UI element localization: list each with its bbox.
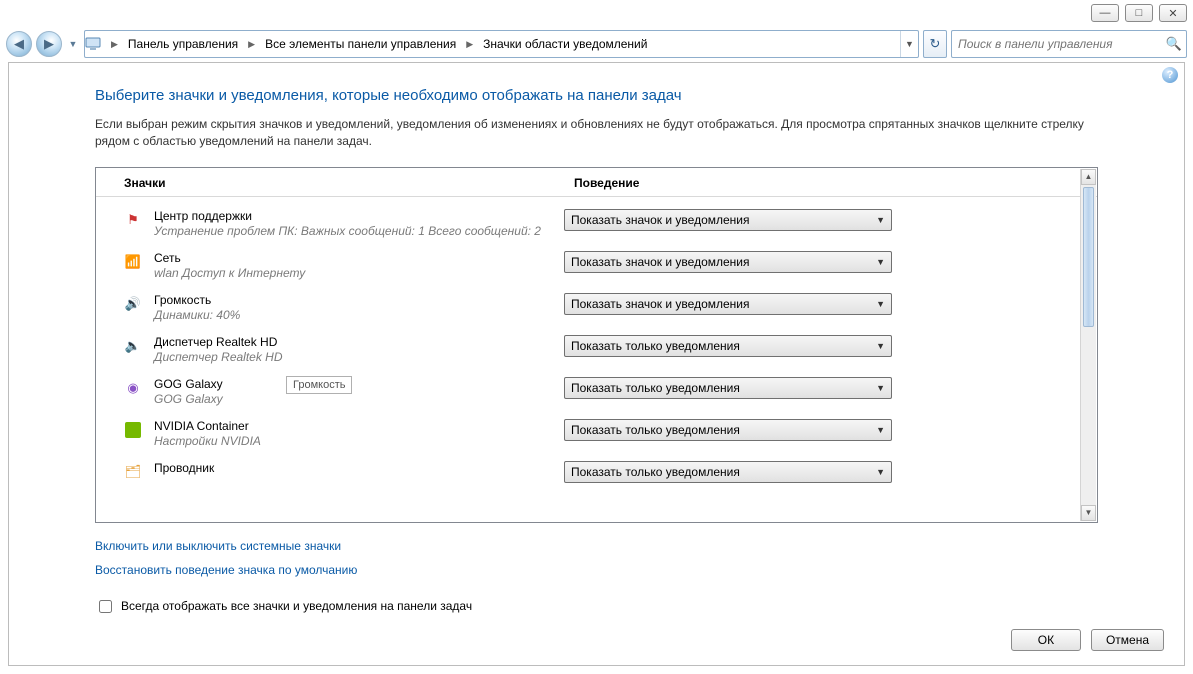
- dropdown-value: Показать только уведомления: [571, 423, 740, 437]
- nav-forward-button[interactable]: ◀: [36, 31, 62, 57]
- always-show-checkbox[interactable]: [99, 600, 112, 613]
- list-item: ◉ GOG Galaxy GOG Galaxy Показать только …: [96, 372, 1079, 414]
- chevron-down-icon: ▼: [876, 341, 885, 351]
- chevron-down-icon: ▼: [876, 467, 885, 477]
- network-icon: 📶: [124, 253, 142, 271]
- row-title: NVIDIA Container: [154, 419, 564, 433]
- search-input[interactable]: [956, 36, 1166, 52]
- behavior-dropdown[interactable]: Показать значок и уведомления ▼: [564, 293, 892, 315]
- column-header-behavior: Поведение: [574, 176, 1069, 190]
- maximize-button[interactable]: □: [1125, 4, 1153, 22]
- tooltip: Громкость: [286, 376, 352, 394]
- minimize-button[interactable]: —: [1091, 4, 1119, 22]
- chevron-right-icon[interactable]: ▶: [244, 39, 259, 50]
- nav-history-dropdown[interactable]: ▼: [66, 39, 80, 49]
- list-item: 🔊 Громкость Динамики: 40% Показать значо…: [96, 288, 1079, 330]
- window-controls: — □ ✕: [1091, 4, 1187, 22]
- list-item: 📶 Сеть wlan Доступ к Интернету Показать …: [96, 246, 1079, 288]
- row-subtitle: Настройки NVIDIA: [154, 434, 564, 448]
- action-center-icon: ⚑: [124, 211, 142, 229]
- row-title: Проводник: [154, 461, 564, 475]
- breadcrumb-dropdown[interactable]: ▼: [900, 31, 918, 57]
- behavior-dropdown[interactable]: Показать только уведомления ▼: [564, 335, 892, 357]
- control-panel-icon: [85, 37, 107, 51]
- chevron-down-icon: ▼: [876, 299, 885, 309]
- row-title: Громкость: [154, 293, 564, 307]
- chevron-down-icon: ▼: [876, 215, 885, 225]
- dropdown-value: Показать только уведомления: [571, 381, 740, 395]
- breadcrumb-notification-icons[interactable]: Значки области уведомлений: [477, 31, 653, 57]
- behavior-dropdown[interactable]: Показать только уведомления ▼: [564, 377, 892, 399]
- nav-back-button[interactable]: ◀: [6, 31, 32, 57]
- address-bar: ◀ ◀ ▼ ▶ Панель управления ▶ Все элементы…: [6, 30, 1187, 58]
- ok-button[interactable]: ОК: [1011, 629, 1081, 651]
- scroll-up-button[interactable]: ▲: [1081, 169, 1096, 185]
- explorer-icon: 🗂: [124, 463, 142, 481]
- row-title: Центр поддержки: [154, 209, 564, 223]
- row-subtitle: Динамики: 40%: [154, 308, 564, 322]
- search-box: 🔍: [951, 30, 1187, 58]
- breadcrumb: ▶ Панель управления ▶ Все элементы панел…: [84, 30, 919, 58]
- row-subtitle: Диспетчер Realtek HD: [154, 350, 564, 364]
- dropdown-value: Показать значок и уведомления: [571, 213, 750, 227]
- list-item: 🔈 Диспетчер Realtek HD Диспетчер Realtek…: [96, 330, 1079, 372]
- close-button[interactable]: ✕: [1159, 4, 1187, 22]
- nvidia-icon: [124, 421, 142, 439]
- always-show-label: Всегда отображать все значки и уведомлен…: [121, 599, 472, 613]
- scrollbar[interactable]: ▲ ▼: [1080, 169, 1096, 521]
- row-title: Диспетчер Realtek HD: [154, 335, 564, 349]
- breadcrumb-all-items[interactable]: Все элементы панели управления: [259, 31, 462, 57]
- row-subtitle: GOG Galaxy: [154, 392, 564, 406]
- page-title: Выберите значки и уведомления, которые н…: [95, 87, 1098, 104]
- dropdown-value: Показать значок и уведомления: [571, 297, 750, 311]
- realtek-icon: 🔈: [124, 337, 142, 355]
- behavior-dropdown[interactable]: Показать значок и уведомления ▼: [564, 251, 892, 273]
- row-subtitle: Устранение проблем ПК: Важных сообщений:…: [154, 224, 564, 238]
- breadcrumb-control-panel[interactable]: Панель управления: [122, 31, 244, 57]
- row-title: GOG Galaxy: [154, 377, 564, 391]
- volume-icon: 🔊: [124, 295, 142, 313]
- toggle-system-icons-link[interactable]: Включить или выключить системные значки: [95, 539, 341, 553]
- footer-buttons: ОК Отмена: [1011, 629, 1164, 651]
- chevron-down-icon: ▼: [876, 257, 885, 267]
- list-item: NVIDIA Container Настройки NVIDIA Показа…: [96, 414, 1079, 456]
- list-body: ⚑ Центр поддержки Устранение проблем ПК:…: [96, 198, 1079, 522]
- column-header-icons: Значки: [124, 176, 574, 190]
- list-header: Значки Поведение: [96, 168, 1097, 197]
- scroll-thumb[interactable]: [1083, 187, 1094, 327]
- row-subtitle: wlan Доступ к Интернету: [154, 266, 564, 280]
- chevron-right-icon[interactable]: ▶: [462, 39, 477, 50]
- chevron-right-icon[interactable]: ▶: [107, 39, 122, 50]
- always-show-checkbox-row: Всегда отображать все значки и уведомлен…: [95, 597, 1098, 616]
- behavior-dropdown[interactable]: Показать значок и уведомления ▼: [564, 209, 892, 231]
- behavior-dropdown[interactable]: Показать только уведомления ▼: [564, 461, 892, 483]
- refresh-button[interactable]: ↻: [923, 30, 947, 58]
- help-button[interactable]: ?: [1162, 67, 1178, 83]
- list-item: 🗂 Проводник Показать только уведомления …: [96, 456, 1079, 483]
- page-description: Если выбран режим скрытия значков и увед…: [95, 116, 1098, 151]
- dropdown-value: Показать только уведомления: [571, 465, 740, 479]
- gog-icon: ◉: [124, 379, 142, 397]
- icon-behavior-list: Значки Поведение ⚑ Центр поддержки Устра…: [95, 167, 1098, 523]
- scroll-down-button[interactable]: ▼: [1081, 505, 1096, 521]
- cancel-button[interactable]: Отмена: [1091, 629, 1164, 651]
- list-item: ⚑ Центр поддержки Устранение проблем ПК:…: [96, 204, 1079, 246]
- restore-default-link[interactable]: Восстановить поведение значка по умолчан…: [95, 563, 357, 577]
- content-frame: ? Выберите значки и уведомления, которые…: [8, 62, 1185, 666]
- dropdown-value: Показать только уведомления: [571, 339, 740, 353]
- dropdown-value: Показать значок и уведомления: [571, 255, 750, 269]
- chevron-down-icon: ▼: [876, 383, 885, 393]
- row-title: Сеть: [154, 251, 564, 265]
- search-icon[interactable]: 🔍: [1166, 36, 1182, 52]
- chevron-down-icon: ▼: [876, 425, 885, 435]
- behavior-dropdown[interactable]: Показать только уведомления ▼: [564, 419, 892, 441]
